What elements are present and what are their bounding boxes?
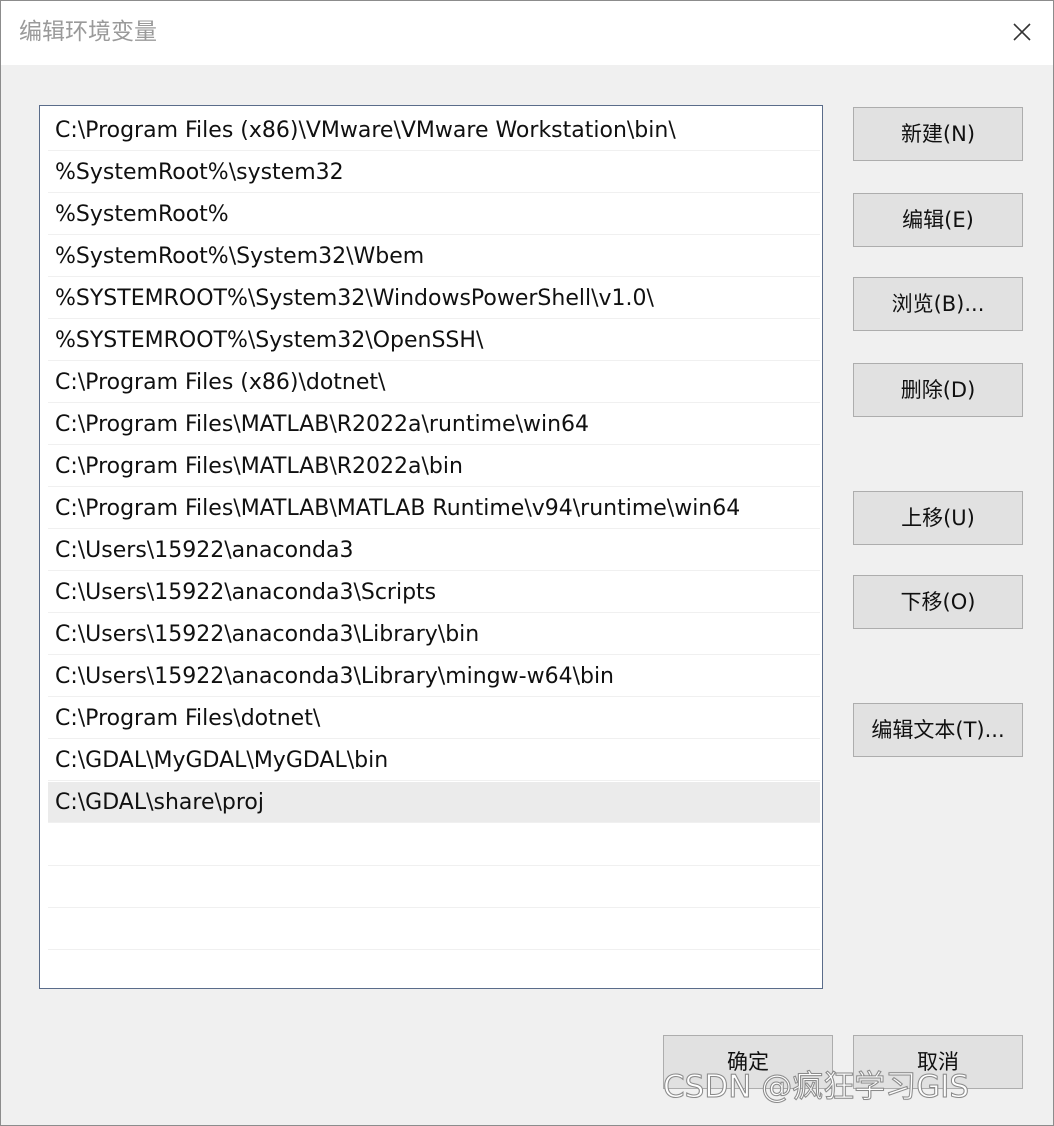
list-item-selected[interactable]: C:\GDAL\share\proj <box>48 782 820 823</box>
list-item[interactable]: %SystemRoot%\system32 <box>48 152 820 193</box>
edit-environment-variable-dialog: 编辑环境变量 C:\Program Files (x86)\VMware\VMw… <box>0 0 1054 1126</box>
list-item[interactable]: %SystemRoot%\System32\Wbem <box>48 236 820 277</box>
list-item[interactable]: %SYSTEMROOT%\System32\WindowsPowerShell\… <box>48 278 820 319</box>
path-list[interactable]: C:\Program Files (x86)\VMware\VMware Wor… <box>39 105 823 989</box>
edit-text-button[interactable]: 编辑文本(T)... <box>853 703 1023 757</box>
csdn-watermark: CSDN @疯狂学习GIS <box>662 1069 970 1106</box>
move-up-button[interactable]: 上移(U) <box>853 491 1023 545</box>
list-item[interactable]: C:\Program Files\MATLAB\R2022a\bin <box>48 446 820 487</box>
delete-button[interactable]: 删除(D) <box>853 363 1023 417</box>
list-item[interactable]: C:\Users\15922\anaconda3\Scripts <box>48 572 820 613</box>
list-item[interactable]: C:\Program Files\dotnet\ <box>48 698 820 739</box>
list-item[interactable]: C:\Program Files (x86)\dotnet\ <box>48 362 820 403</box>
list-item[interactable]: C:\Program Files\MATLAB\R2022a\runtime\w… <box>48 404 820 445</box>
dialog-title: 编辑环境变量 <box>19 19 157 45</box>
empty-list-row[interactable] <box>48 866 820 908</box>
empty-list-row[interactable] <box>48 950 820 988</box>
list-item[interactable]: C:\Program Files (x86)\VMware\VMware Wor… <box>48 110 820 151</box>
list-item[interactable]: C:\GDAL\MyGDAL\MyGDAL\bin <box>48 740 820 781</box>
new-button[interactable]: 新建(N) <box>853 107 1023 161</box>
list-item[interactable]: %SystemRoot% <box>48 194 820 235</box>
move-down-button[interactable]: 下移(O) <box>853 575 1023 629</box>
list-item[interactable]: C:\Users\15922\anaconda3\Library\bin <box>48 614 820 655</box>
edit-button[interactable]: 编辑(E) <box>853 193 1023 247</box>
empty-list-row[interactable] <box>48 908 820 950</box>
list-item[interactable]: C:\Users\15922\anaconda3\Library\mingw-w… <box>48 656 820 697</box>
list-item[interactable]: C:\Program Files\MATLAB\MATLAB Runtime\v… <box>48 488 820 529</box>
empty-list-row[interactable] <box>48 824 820 866</box>
title-bar: 编辑环境变量 <box>1 1 1053 65</box>
browse-button[interactable]: 浏览(B)... <box>853 277 1023 331</box>
list-item[interactable]: %SYSTEMROOT%\System32\OpenSSH\ <box>48 320 820 361</box>
close-icon <box>1013 23 1031 41</box>
list-item[interactable]: C:\Users\15922\anaconda3 <box>48 530 820 571</box>
close-button[interactable] <box>989 1 1053 63</box>
